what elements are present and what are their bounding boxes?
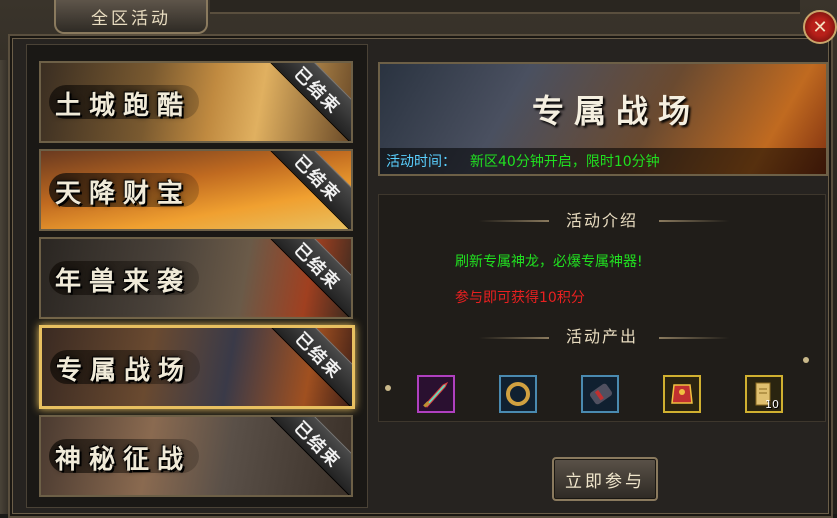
decor-dot (385, 385, 391, 391)
reward-sword[interactable] (417, 375, 455, 413)
reward-scroll[interactable]: 10 (745, 375, 783, 413)
rewards-title: 活动产出 (565, 327, 638, 346)
time-label: 活动时间： (386, 154, 456, 170)
intro-title: 活动介绍 (565, 211, 638, 230)
banner-title: 专属战场 (532, 92, 701, 130)
event-time-bar: 活动时间： 新区40分钟开启，限时10分钟 (380, 148, 826, 174)
event-item-tianjiang-caibao[interactable]: 天降财宝 已结束 (39, 149, 353, 231)
reward-armor[interactable] (663, 375, 701, 413)
event-item-nianshou-laixi[interactable]: 年兽来袭 已结束 (39, 237, 353, 319)
event-name: 土城跑酷 (55, 91, 192, 121)
armor-icon (671, 384, 693, 404)
window-title-tab[interactable]: 全区活动 (54, 0, 208, 34)
intro-line-1: 刷新专属神龙，必爆专属神器! (455, 254, 643, 270)
event-item-zhuanshu-zhanchang[interactable]: 专属战场 已结束 (39, 325, 355, 409)
close-icon: ✕ (812, 16, 828, 38)
reward-count: 10 (765, 398, 779, 411)
event-name: 年兽来袭 (55, 267, 192, 297)
sword-icon (423, 381, 449, 408)
bracer-icon (589, 383, 613, 405)
time-value: 新区40分钟开启，限时10分钟 (470, 154, 660, 170)
reward-ring[interactable] (499, 375, 537, 413)
activity-window: 全区活动 ✕ 土城跑酷 已结束 天降财宝 已结束 年兽来袭 已结束 专属战场 已… (0, 0, 837, 518)
event-name: 神秘征战 (55, 445, 192, 475)
ring-icon (506, 382, 530, 406)
event-item-shenmi-zhengzhan[interactable]: 神秘征战 已结束 (39, 415, 353, 497)
join-button[interactable]: 立即参与 (552, 457, 658, 501)
top-strip (210, 0, 800, 14)
event-detail: 专属战场 活动时间： 新区40分钟开启，限时10分钟 活动介绍 刷新专属神龙，必… (374, 56, 828, 506)
reward-bracer[interactable] (581, 375, 619, 413)
decor-dot (803, 357, 809, 363)
event-name: 天降财宝 (55, 179, 192, 209)
info-box: 活动介绍 刷新专属神龙，必爆专属神器! 参与即可获得10积分 活动产出 10 (378, 194, 826, 422)
close-button[interactable]: ✕ (803, 10, 837, 44)
window-title: 全区活动 (91, 8, 171, 29)
event-item-tucheng-paoku[interactable]: 土城跑酷 已结束 (39, 61, 353, 143)
intro-line-2: 参与即可获得10积分 (455, 290, 585, 306)
event-banner: 专属战场 活动时间： 新区40分钟开启，限时10分钟 (378, 62, 828, 176)
event-name: 专属战场 (56, 356, 193, 386)
event-list: 土城跑酷 已结束 天降财宝 已结束 年兽来袭 已结束 专属战场 已结束 神秘征战… (26, 44, 368, 508)
